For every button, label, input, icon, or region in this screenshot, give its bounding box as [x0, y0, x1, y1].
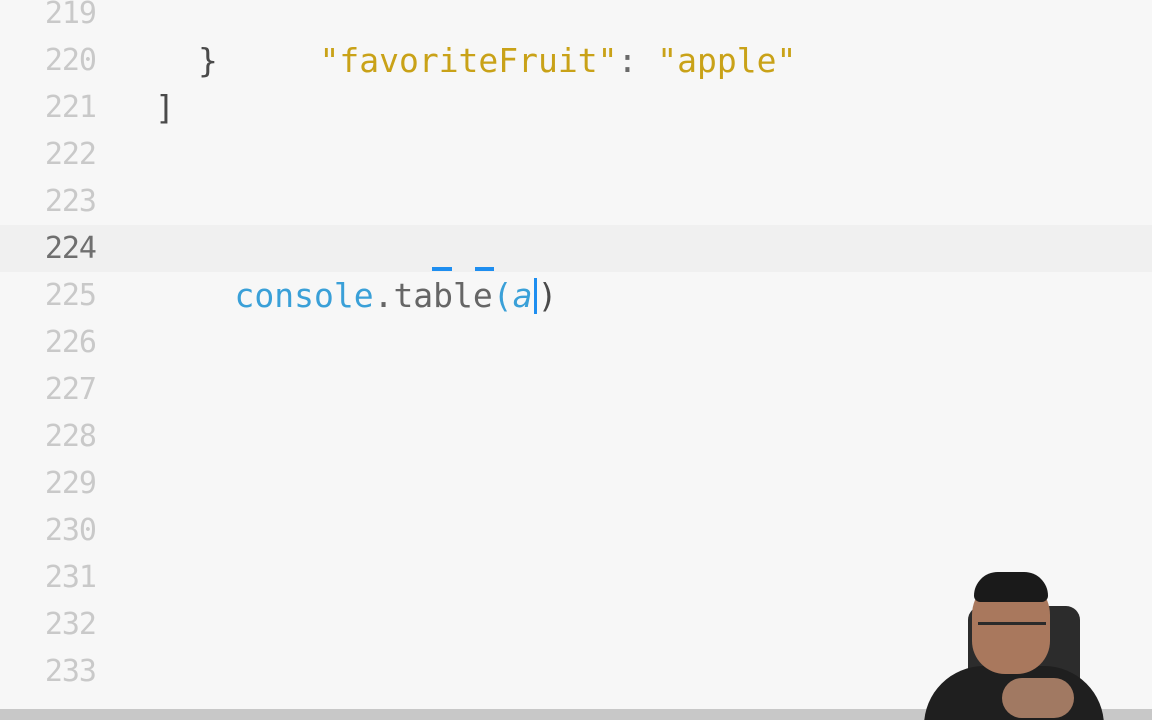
line-number: 221: [44, 90, 97, 125]
presenter-hand: [1002, 678, 1074, 718]
json-value: "apple": [657, 41, 797, 80]
open-paren: (: [492, 276, 513, 315]
line-number: 222: [44, 137, 97, 172]
glasses-icon: [978, 622, 1046, 639]
line-number-gutter: 219 220 221 222 223 224 225 226 227 228 …: [0, 0, 110, 720]
line-number: 226: [44, 325, 97, 360]
json-colon: :: [617, 41, 658, 80]
line-number: 231: [44, 560, 97, 595]
code-line-219[interactable]: "favoriteFruit": "apple": [240, 0, 796, 80]
line-number: 220: [44, 43, 97, 78]
line-number: 232: [44, 607, 97, 642]
code-editor[interactable]: 219 220 221 222 223 224 225 226 227 228 …: [0, 0, 1152, 720]
json-key: "favoriteFruit": [319, 41, 618, 80]
argument-token: a: [512, 276, 533, 315]
console-identifier: console: [234, 276, 374, 315]
close-paren: ): [537, 276, 558, 315]
line-number: 230: [44, 513, 97, 548]
code-line-221[interactable]: ]: [155, 84, 175, 131]
line-number: 229: [44, 466, 97, 501]
paren-match-underline-open: [432, 267, 452, 271]
paren-match-underline-close: [475, 267, 494, 271]
line-number-current: 224: [44, 231, 97, 266]
presenter-hair: [974, 572, 1048, 602]
presenter-webcam-overlay: [910, 570, 1110, 720]
line-number: 228: [44, 419, 97, 454]
line-number: 227: [44, 372, 97, 407]
dot-operator: .: [373, 276, 394, 315]
line-number: 223: [44, 184, 97, 219]
code-line-224[interactable]: console.table(a): [155, 225, 557, 315]
text-cursor: [533, 277, 537, 314]
table-method: table: [393, 276, 493, 315]
line-number: 219: [44, 0, 97, 31]
line-number: 225: [44, 278, 97, 313]
code-line-220[interactable]: }: [198, 37, 218, 84]
line-number: 233: [44, 654, 97, 689]
